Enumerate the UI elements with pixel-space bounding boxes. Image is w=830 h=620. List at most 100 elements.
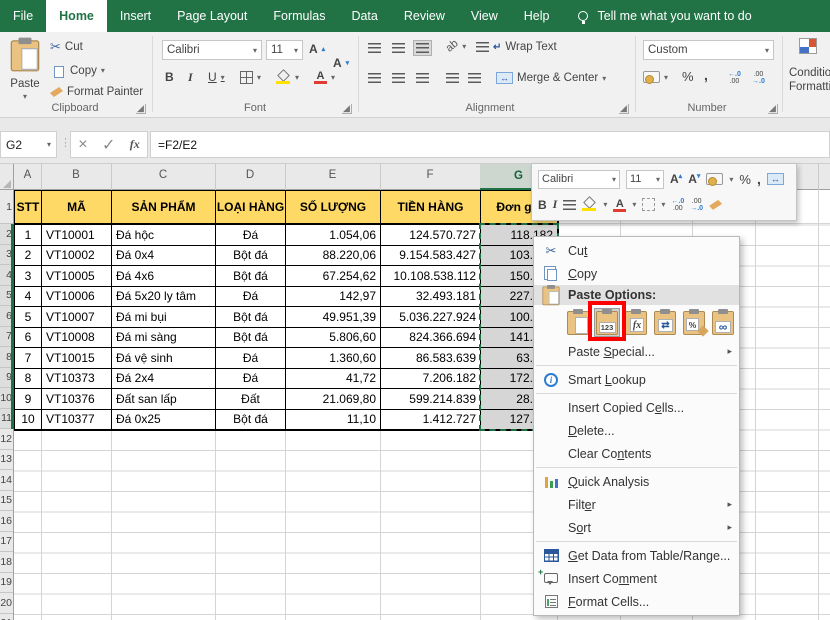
table-cell[interactable]: VT10006 — [42, 287, 112, 308]
table-cell[interactable]: VT10002 — [42, 246, 112, 267]
mini-italic-button[interactable]: I — [553, 197, 558, 212]
table-cell[interactable]: Đá hộc — [112, 225, 216, 246]
menu-item-quick-analysis[interactable]: Quick Analysis — [534, 470, 739, 493]
column-header-E[interactable]: E — [329, 169, 337, 181]
menu-item-sort[interactable]: Sort▸ — [534, 516, 739, 539]
font-size-combo[interactable]: 11 ▾ — [266, 40, 303, 60]
mini-decrease-decimal-button[interactable]: .00→.0 — [690, 198, 703, 212]
table-header-cell[interactable]: MÃ — [42, 191, 112, 225]
mini-font-name-combo[interactable]: Calibri▾ — [538, 170, 620, 189]
menu-item-cut[interactable]: ✂Cut — [534, 239, 739, 262]
accounting-dropdown-arrow[interactable]: ▾ — [664, 73, 668, 82]
table-cell[interactable]: 6 — [15, 328, 42, 349]
orientation-dropdown-arrow[interactable]: ▾ — [462, 42, 466, 51]
name-box[interactable]: G2 ▾ — [0, 131, 57, 158]
table-cell[interactable]: Đá vệ sinh — [112, 348, 216, 369]
table-header-cell[interactable]: STT — [15, 191, 42, 225]
mini-size-dropdown-arrow[interactable]: ▾ — [656, 175, 660, 184]
number-format-dropdown-arrow[interactable]: ▾ — [765, 46, 769, 55]
table-cell[interactable]: 1.360,60 — [286, 348, 381, 369]
font-color-dropdown-arrow[interactable]: ▾ — [331, 73, 335, 82]
mini-font-color-button[interactable]: A — [613, 198, 626, 212]
menu-item-insert-copied-cells[interactable]: Insert Copied Cells... — [534, 396, 739, 419]
column-header-B[interactable]: B — [72, 169, 80, 181]
menu-item-smart-lookup[interactable]: iSmart Lookup — [534, 368, 739, 391]
column-header-D[interactable]: D — [246, 169, 254, 181]
paste-option-values[interactable]: 123 — [595, 309, 619, 336]
mini-borders-dropdown-arrow[interactable]: ▾ — [661, 200, 665, 209]
row-header-1[interactable]: 1 — [0, 190, 14, 224]
table-cell[interactable]: VT10001 — [42, 225, 112, 246]
table-cell[interactable]: Đá mi sàng — [112, 328, 216, 349]
align-right-button[interactable] — [416, 73, 429, 83]
table-cell[interactable]: 8 — [15, 369, 42, 390]
cut-button[interactable]: ✂ Cut — [50, 40, 83, 53]
row-header-17[interactable]: 17 — [0, 532, 14, 553]
mini-accounting-button[interactable] — [706, 173, 723, 185]
table-cell[interactable]: 1.054,06 — [286, 225, 381, 246]
wrap-text-button[interactable]: ↵ Wrap Text — [476, 41, 557, 53]
orientation-button[interactable]: ab▾ — [446, 40, 466, 52]
copy-button[interactable]: Copy ▾ — [50, 63, 105, 78]
paste-option-formatting[interactable]: % — [682, 309, 706, 336]
align-left-button[interactable] — [368, 73, 381, 83]
table-cell[interactable]: VT10376 — [42, 389, 112, 410]
table-cell[interactable]: Đá mi bụi — [112, 307, 216, 328]
table-cell[interactable]: 142,97 — [286, 287, 381, 308]
row-header-14[interactable]: 14 — [0, 470, 14, 491]
table-cell[interactable]: Bột đá — [216, 246, 286, 267]
menu-item-delete[interactable]: Delete... — [534, 419, 739, 442]
table-cell[interactable]: 824.366.694 — [381, 328, 481, 349]
paste-option-transpose[interactable]: ⇄ — [653, 309, 677, 336]
table-cell[interactable]: Bột đá — [216, 307, 286, 328]
menu-item-insert-comment[interactable]: Insert Comment — [534, 567, 739, 590]
tab-formulas[interactable]: Formulas — [260, 0, 338, 32]
menu-item-paste-special[interactable]: Paste Special...▸ — [534, 340, 739, 363]
row-header-15[interactable]: 15 — [0, 491, 14, 512]
table-cell[interactable]: VT10005 — [42, 266, 112, 287]
table-cell[interactable]: Đá — [216, 287, 286, 308]
mini-increase-decimal-button[interactable]: ←.0.00 — [671, 198, 684, 212]
font-name-dropdown-arrow[interactable]: ▾ — [253, 46, 257, 55]
mini-center-align-button[interactable] — [563, 200, 576, 210]
bold-button[interactable]: B — [165, 70, 174, 84]
table-cell[interactable]: 5.036.227.924 — [381, 307, 481, 328]
table-cell[interactable]: 599.214.839 — [381, 389, 481, 410]
underline-dropdown-arrow[interactable]: ▾ — [221, 73, 225, 82]
table-cell[interactable]: 41,72 — [286, 369, 381, 390]
tab-data[interactable]: Data — [338, 0, 390, 32]
decrease-indent-button[interactable] — [446, 73, 459, 83]
paste-option-formulas[interactable]: fx — [624, 309, 648, 336]
column-header-A[interactable]: A — [24, 169, 32, 181]
mini-increase-font-button[interactable]: A▴ — [670, 172, 682, 186]
row-header-18[interactable]: 18 — [0, 552, 14, 573]
table-cell[interactable]: 3 — [15, 266, 42, 287]
table-cell[interactable]: 7 — [15, 348, 42, 369]
increase-decimal-button[interactable]: ←.0.00 — [728, 71, 741, 85]
paste-button[interactable]: Paste ▾ — [4, 36, 46, 106]
mini-format-painter-button[interactable] — [709, 200, 722, 210]
center-button[interactable] — [392, 73, 405, 83]
table-cell[interactable]: 49.951,39 — [286, 307, 381, 328]
decrease-decimal-button[interactable]: .00→.0 — [752, 71, 765, 85]
underline-button[interactable]: U▾ — [208, 70, 225, 84]
table-cell[interactable]: Đá — [216, 369, 286, 390]
mini-font-size-combo[interactable]: 11▾ — [626, 170, 664, 189]
mini-comma-button[interactable]: , — [757, 171, 761, 187]
table-cell[interactable]: Đất san lấp — [112, 389, 216, 410]
name-box-dropdown-arrow[interactable]: ▾ — [47, 140, 51, 149]
table-cell[interactable]: 10 — [15, 410, 42, 431]
table-cell[interactable]: 2 — [15, 246, 42, 267]
column-header-C[interactable]: C — [159, 169, 167, 181]
table-cell[interactable]: VT10373 — [42, 369, 112, 390]
tab-help[interactable]: Help — [511, 0, 563, 32]
mini-borders-button[interactable] — [642, 198, 655, 211]
row-header-16[interactable]: 16 — [0, 511, 14, 532]
tab-view[interactable]: View — [458, 0, 511, 32]
fill-color-button[interactable]: ▾ — [276, 71, 299, 84]
table-cell[interactable]: 67.254,62 — [286, 266, 381, 287]
table-cell[interactable]: Đất — [216, 389, 286, 410]
table-cell[interactable]: Đá — [216, 225, 286, 246]
font-name-combo[interactable]: Calibri ▾ — [162, 40, 262, 60]
table-header-cell[interactable]: TIỀN HÀNG — [381, 191, 481, 225]
